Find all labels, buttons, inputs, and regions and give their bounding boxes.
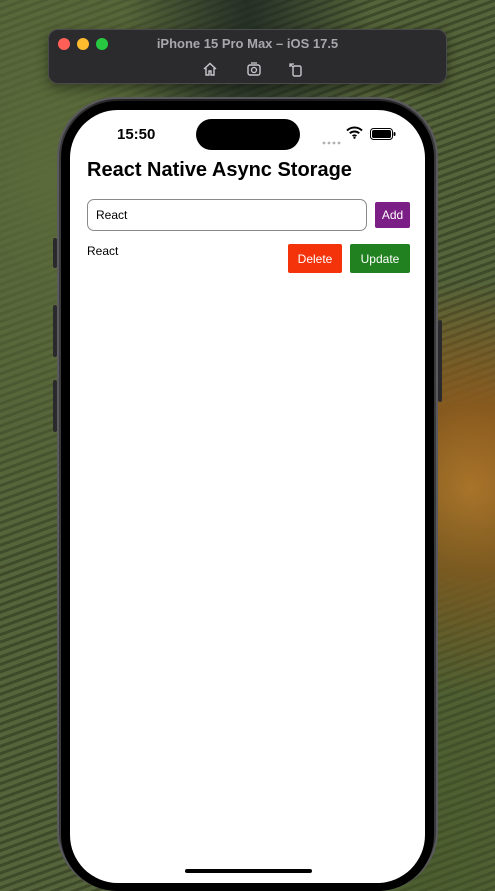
simulator-title: iPhone 15 Pro Max – iOS 17.5 <box>156 36 339 51</box>
home-icon[interactable] <box>201 60 219 78</box>
status-time: 15:50 <box>117 126 156 143</box>
volume-up-button <box>53 305 57 357</box>
update-button[interactable]: Update <box>350 244 410 273</box>
power-button <box>438 320 442 402</box>
wifi-icon <box>346 126 363 144</box>
rotate-icon[interactable] <box>287 60 305 78</box>
dynamic-island <box>196 119 300 150</box>
screenshot-icon[interactable] <box>245 60 263 78</box>
action-button <box>53 238 57 268</box>
app-screen: 15:50 React Native Async Storage Add Rea… <box>70 110 425 883</box>
status-icons <box>322 126 396 145</box>
add-button[interactable]: Add <box>375 202 410 228</box>
page-title: React Native Async Storage <box>87 159 352 181</box>
list-item-text: React <box>87 244 119 258</box>
item-text-input[interactable] <box>87 199 367 231</box>
simulator-title-bar[interactable]: iPhone 15 Pro Max – iOS 17.5 <box>48 29 447 84</box>
home-indicator[interactable] <box>185 869 312 873</box>
volume-down-button <box>53 380 57 432</box>
delete-button[interactable]: Delete <box>288 244 342 273</box>
battery-icon <box>370 127 397 145</box>
signal-icon <box>322 132 342 150</box>
simulator-toolbar <box>199 60 309 78</box>
